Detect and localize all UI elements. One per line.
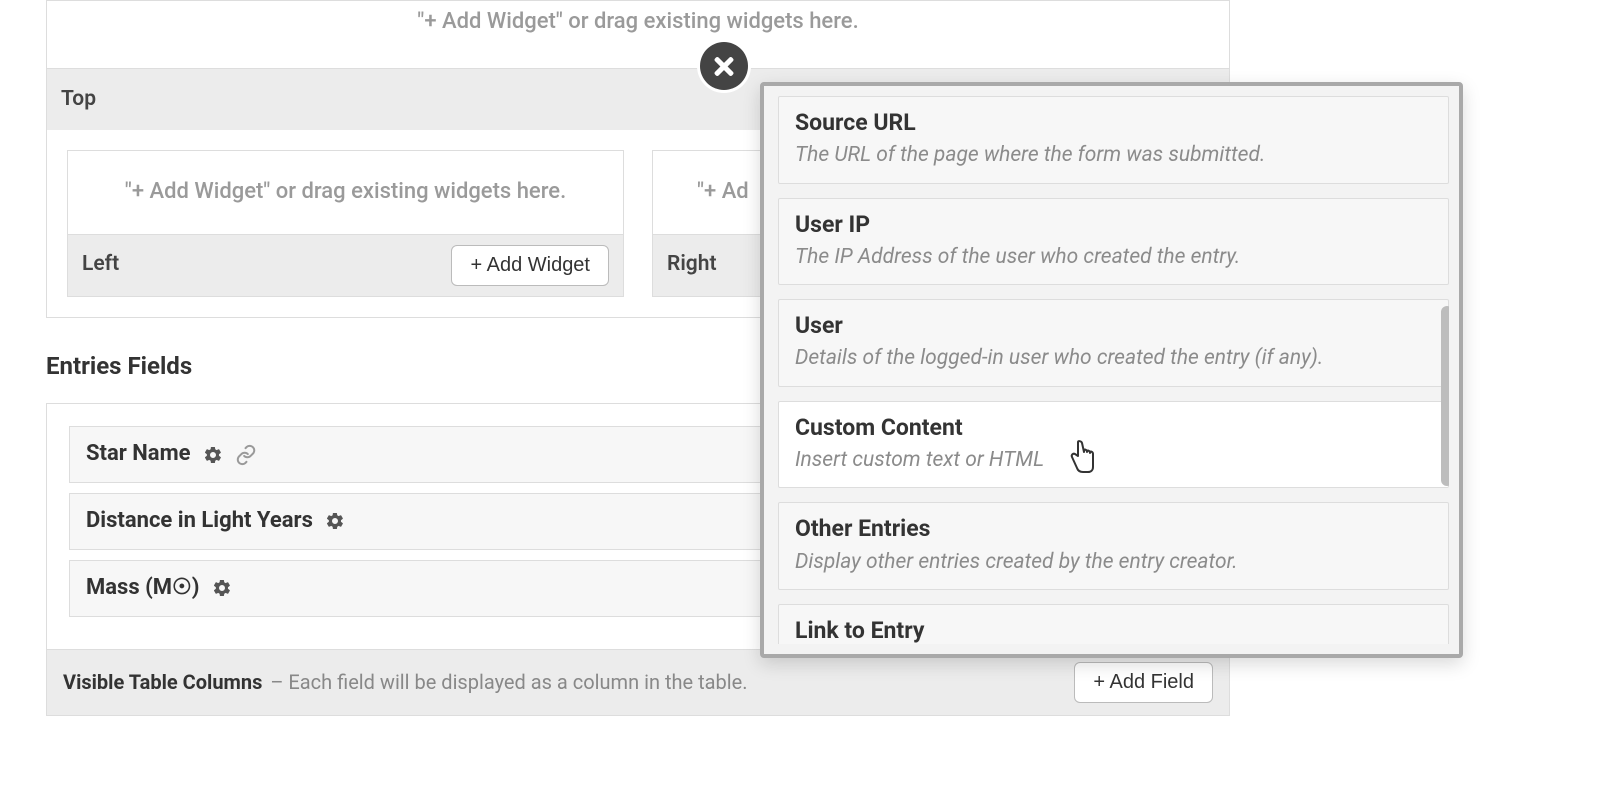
zone-label-top: Top: [61, 85, 96, 114]
field-picker-option[interactable]: Source URLThe URL of the page where the …: [778, 96, 1449, 184]
field-picker-option[interactable]: Custom ContentInsert custom text or HTML: [778, 401, 1449, 489]
field-picker-dropdown: Source URLThe URL of the page where the …: [760, 82, 1463, 658]
footer-title: Visible Table Columns: [63, 668, 262, 696]
close-icon[interactable]: [700, 42, 748, 90]
field-picker-option-title: Custom Content: [795, 412, 1432, 444]
field-picker-option-desc: The URL of the page where the form was s…: [795, 141, 1432, 170]
drop-hint-left[interactable]: "+ Add Widget" or drag existing widgets …: [68, 151, 623, 234]
field-picker-option-desc: Insert custom text or HTML: [795, 446, 1432, 475]
field-picker-option-title: Source URL: [795, 107, 1432, 139]
field-picker-option[interactable]: Link to EntryA dedicated link to the sin…: [778, 604, 1449, 644]
field-picker-option-desc: Details of the logged-in user who create…: [795, 344, 1432, 373]
gear-icon[interactable]: [325, 511, 345, 531]
zone-label-left: Left: [82, 250, 119, 279]
footer-subtitle: – Each field will be displayed as a colu…: [270, 668, 747, 696]
field-picker-option[interactable]: Other Entries Display other entries creat…: [778, 502, 1449, 590]
visible-table-columns-footer: Visible Table Columns – Each field will …: [47, 649, 1229, 715]
link-icon[interactable]: [235, 444, 257, 466]
field-picker-option-desc: Display other entries created by the ent…: [795, 548, 1432, 577]
gear-icon[interactable]: [212, 578, 232, 598]
field-picker-option-title: Link to Entry: [795, 615, 1432, 644]
field-picker-option-desc: The IP Address of the user who created t…: [795, 243, 1432, 272]
drop-hint-top[interactable]: "+ Add Widget" or drag existing widgets …: [47, 1, 1229, 68]
field-picker-option[interactable]: UserDetails of the logged-in user who cr…: [778, 299, 1449, 387]
field-picker-option[interactable]: User IPThe IP Address of the user who cr…: [778, 198, 1449, 286]
zone-label-right: Right: [667, 250, 717, 279]
scrollbar-thumb[interactable]: [1441, 306, 1449, 486]
field-picker-option-title: Other Entries: [795, 513, 1432, 545]
field-picker-option-title: User: [795, 310, 1432, 342]
add-field-button[interactable]: + Add Field: [1074, 662, 1213, 703]
field-label: Star Name: [86, 439, 191, 470]
zone-container-left: "+ Add Widget" or drag existing widgets …: [67, 150, 624, 297]
gear-icon[interactable]: [203, 445, 223, 465]
add-widget-button-left[interactable]: + Add Widget: [451, 245, 609, 286]
field-picker-option-title: User IP: [795, 209, 1432, 241]
field-label: Mass (M☉): [86, 573, 200, 604]
field-label: Distance in Light Years: [86, 506, 313, 537]
zone-header-left: Left + Add Widget: [68, 234, 623, 296]
